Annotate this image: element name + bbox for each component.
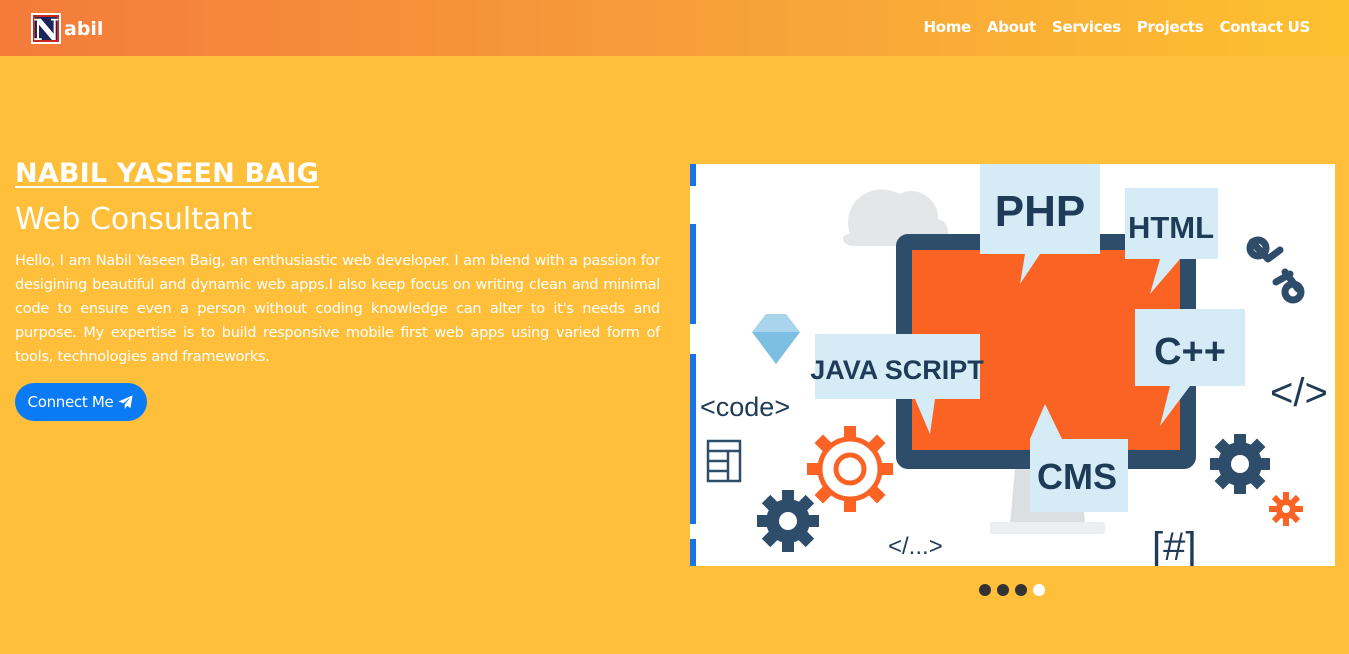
carousel-dot-4[interactable] [1033, 584, 1045, 596]
carousel-indicators [979, 584, 1045, 596]
bubble-javascript: JAVA SCRIPT [810, 355, 984, 385]
nav-link-contact[interactable]: Contact US [1219, 18, 1310, 36]
ellipsis-tag-text: </...> [888, 533, 943, 560]
web-tech-illustration: PHP HTML C++ JAVA SCRIPT CMS <code> </> … [690, 164, 1328, 566]
bubble-cpp: C++ [1154, 331, 1226, 373]
brand-text: abil [64, 18, 104, 40]
code-tag-text: <code> [700, 392, 790, 422]
connect-me-button[interactable]: Connect Me [15, 383, 147, 421]
bubble-html: HTML [1128, 210, 1214, 245]
brand-logo[interactable]: N abil [31, 12, 104, 47]
hero-name: NABIL YASEEN BAIG [15, 158, 319, 189]
nav-link-services[interactable]: Services [1052, 18, 1121, 36]
carousel-dot-3[interactable] [1015, 584, 1027, 596]
brand-initial: N [31, 12, 61, 47]
bubble-cms: CMS [1037, 456, 1117, 497]
hero-bio: Hello, I am Nabil Yaseen Baig, an enthus… [15, 253, 660, 365]
paper-plane-icon [118, 394, 134, 409]
connect-me-label: Connect Me [27, 393, 114, 411]
hash-tag-text: [#] [1152, 525, 1196, 566]
slash-tag-text: </> [1270, 371, 1328, 415]
carousel-dot-2[interactable] [997, 584, 1009, 596]
nav-link-about[interactable]: About [987, 18, 1036, 36]
hero-role: Web Consultant [15, 202, 253, 237]
navbar: N abil Home About Services Projects Cont… [0, 0, 1349, 56]
nav-link-projects[interactable]: Projects [1137, 18, 1204, 36]
carousel-dot-1[interactable] [979, 584, 991, 596]
carousel-slide[interactable]: PHP HTML C++ JAVA SCRIPT CMS <code> </> … [690, 164, 1335, 566]
bubble-php: PHP [995, 187, 1085, 236]
nav-link-home[interactable]: Home [923, 18, 971, 36]
nav-links: Home About Services Projects Contact US [923, 18, 1310, 36]
